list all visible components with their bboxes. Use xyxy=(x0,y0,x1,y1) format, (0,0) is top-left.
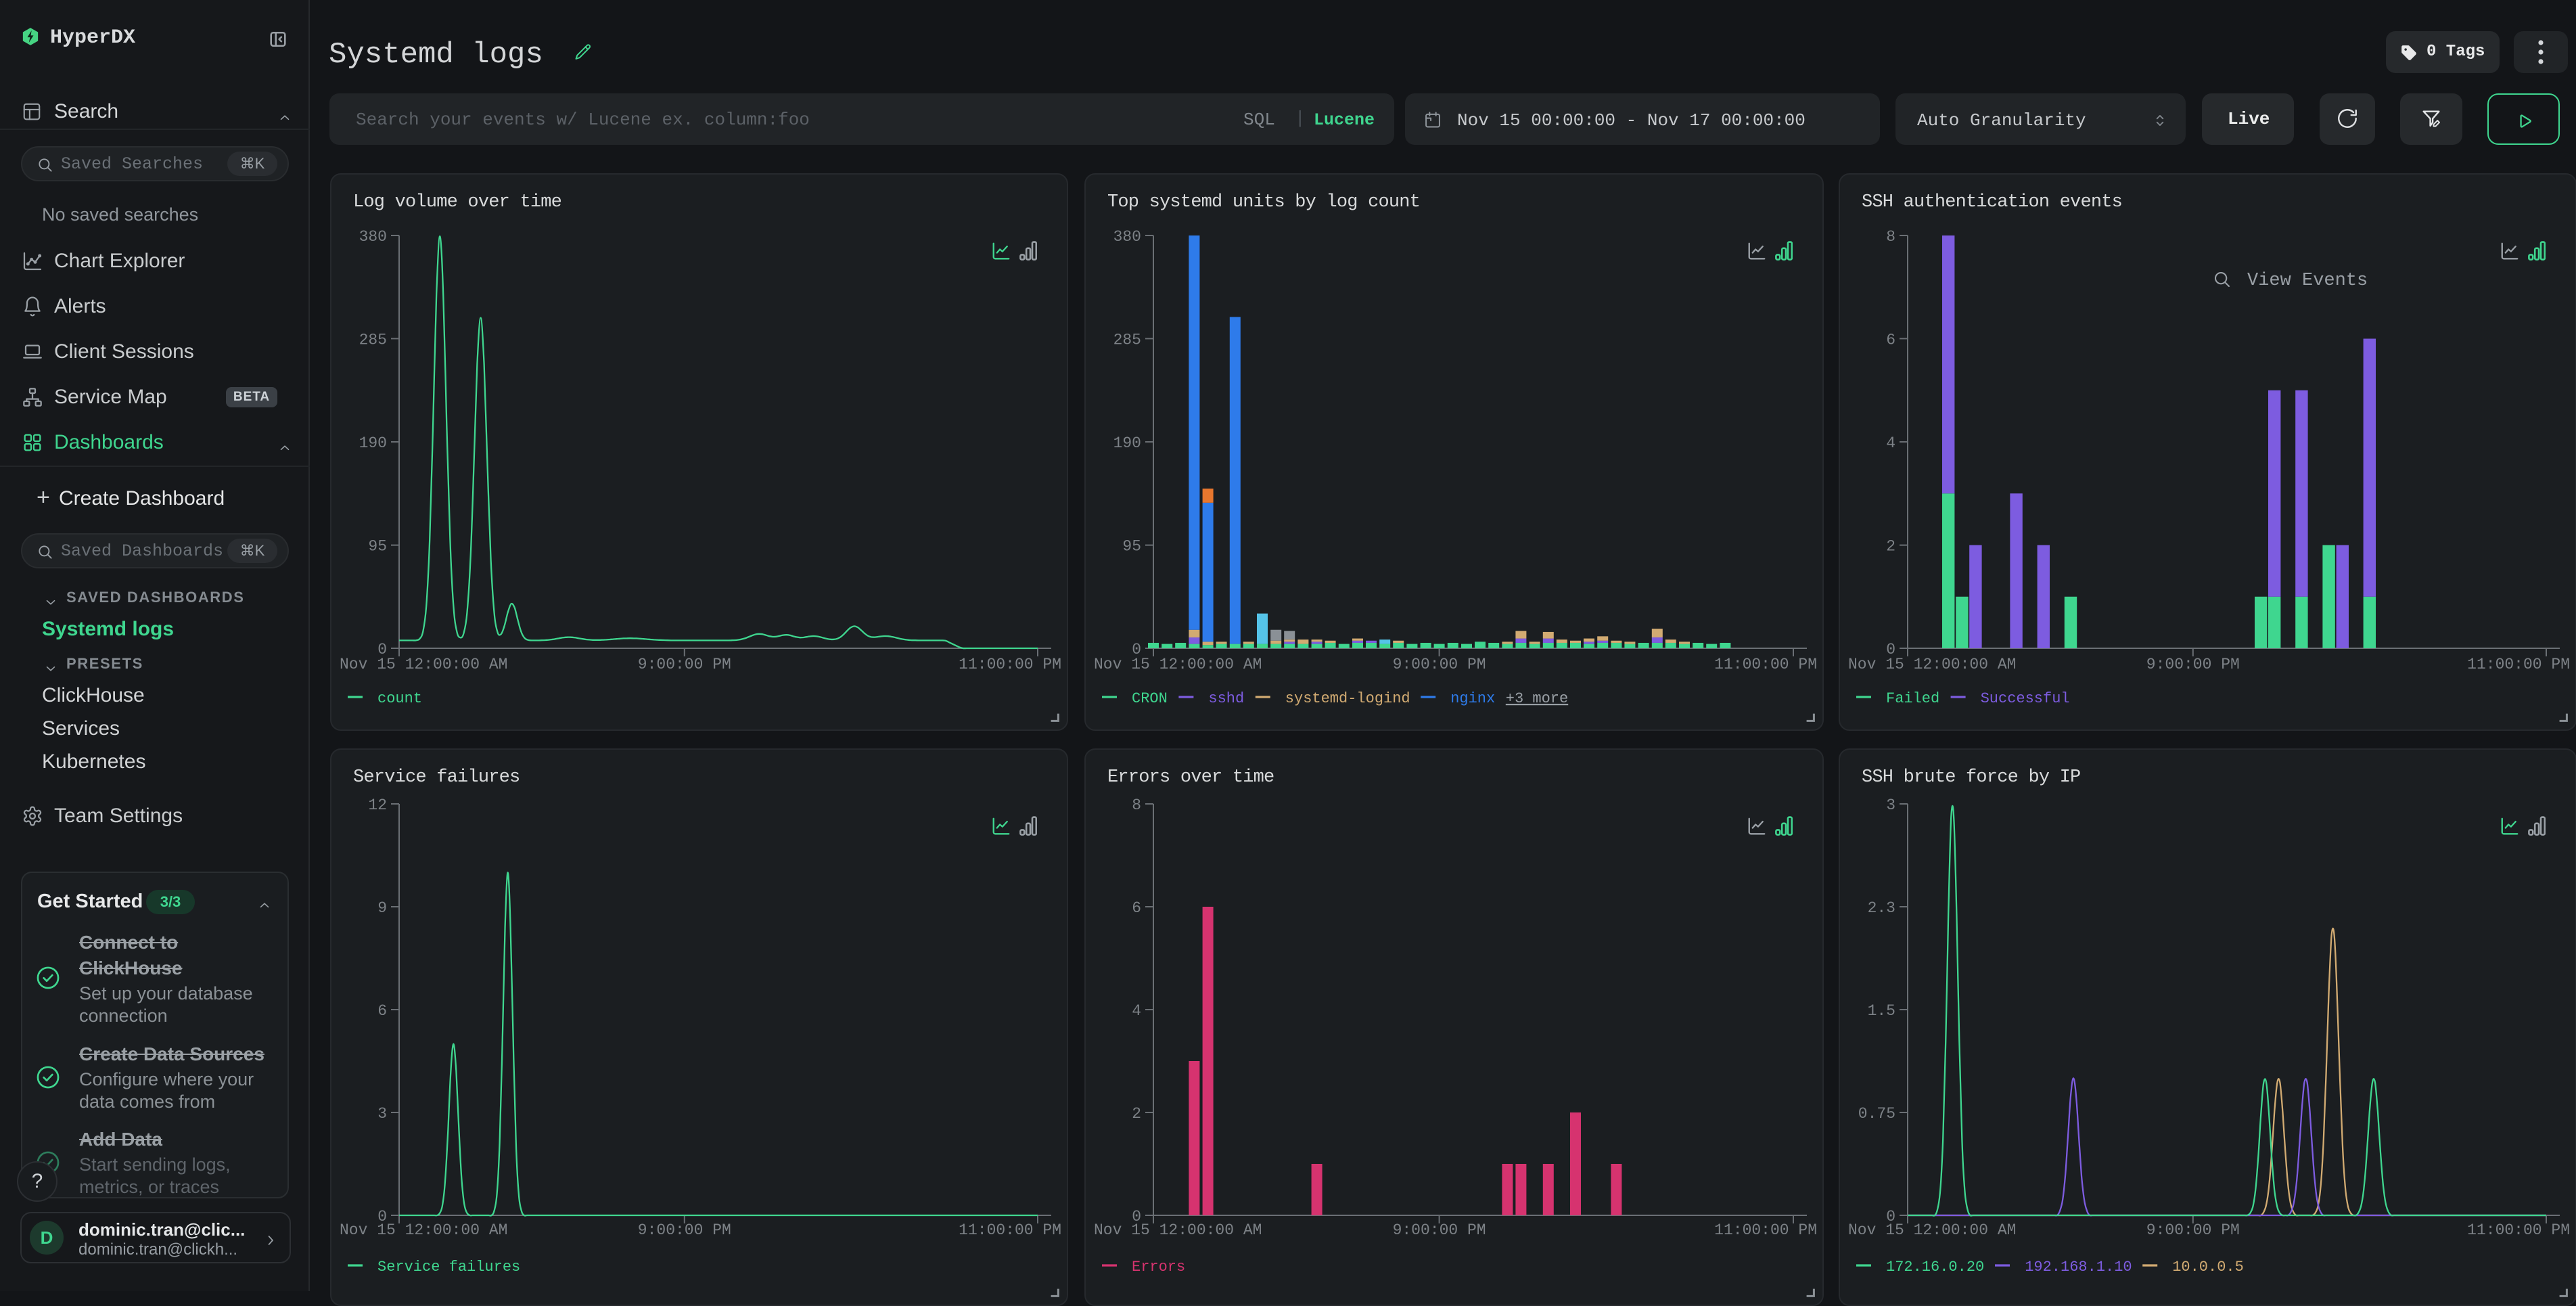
svg-text:11:00:00 PM: 11:00:00 PM xyxy=(959,1221,1061,1239)
svg-text:Nov 15 12:00:00 AM: Nov 15 12:00:00 AM xyxy=(1094,656,1262,673)
svg-text:192.168.1.10: 192.168.1.10 xyxy=(2025,1259,2132,1276)
svg-text:Successful: Successful xyxy=(1981,690,2070,707)
svg-text:11:00:00 PM: 11:00:00 PM xyxy=(1714,1221,1817,1239)
svg-text:9: 9 xyxy=(377,899,387,917)
svg-text:11:00:00 PM: 11:00:00 PM xyxy=(959,656,1061,673)
svg-text:1.5: 1.5 xyxy=(1868,1002,1895,1020)
svg-text:11:00:00 PM: 11:00:00 PM xyxy=(1714,656,1817,673)
svg-text:11:00:00 PM: 11:00:00 PM xyxy=(2467,656,2570,673)
svg-text:Service failures: Service failures xyxy=(377,1259,520,1276)
svg-text:nginx: nginx xyxy=(1450,690,1495,707)
svg-text:380: 380 xyxy=(1113,228,1141,246)
svg-text:190: 190 xyxy=(1113,434,1141,452)
svg-text:285: 285 xyxy=(359,331,387,348)
svg-text:9:00:00 PM: 9:00:00 PM xyxy=(638,1221,731,1239)
svg-text:3: 3 xyxy=(1886,796,1895,814)
svg-text:count: count xyxy=(377,690,422,707)
svg-text:systemd-logind: systemd-logind xyxy=(1285,690,1410,707)
svg-text:9:00:00 PM: 9:00:00 PM xyxy=(1393,1221,1486,1239)
svg-text:6: 6 xyxy=(1132,899,1141,917)
svg-text:Errors: Errors xyxy=(1132,1259,1185,1276)
svg-text:12: 12 xyxy=(368,796,387,814)
svg-text:Nov 15 12:00:00 AM: Nov 15 12:00:00 AM xyxy=(1848,1221,2016,1239)
svg-text:9:00:00 PM: 9:00:00 PM xyxy=(1393,656,1486,673)
svg-text:2: 2 xyxy=(1132,1105,1141,1123)
svg-text:9:00:00 PM: 9:00:00 PM xyxy=(2146,656,2240,673)
svg-text:95: 95 xyxy=(1122,538,1141,556)
svg-text:sshd: sshd xyxy=(1208,690,1244,707)
svg-text:285: 285 xyxy=(1113,331,1141,348)
svg-text:10.0.0.5: 10.0.0.5 xyxy=(2172,1259,2244,1276)
svg-text:190: 190 xyxy=(359,434,387,452)
svg-text:11:00:00 PM: 11:00:00 PM xyxy=(2467,1221,2570,1239)
svg-text:0.75: 0.75 xyxy=(1858,1105,1895,1123)
svg-text:Nov 15 12:00:00 AM: Nov 15 12:00:00 AM xyxy=(340,1221,507,1239)
svg-text:Failed: Failed xyxy=(1886,690,1939,707)
svg-text:CRON: CRON xyxy=(1132,690,1168,707)
svg-text:4: 4 xyxy=(1132,1002,1141,1020)
svg-text:Nov 15 12:00:00 AM: Nov 15 12:00:00 AM xyxy=(340,656,507,673)
svg-text:9:00:00 PM: 9:00:00 PM xyxy=(638,656,731,673)
svg-text:172.16.0.20: 172.16.0.20 xyxy=(1886,1259,1984,1276)
svg-text:3: 3 xyxy=(377,1105,387,1123)
svg-text:2.3: 2.3 xyxy=(1868,899,1895,917)
svg-text:6: 6 xyxy=(377,1002,387,1020)
svg-text:4: 4 xyxy=(1886,434,1895,452)
svg-text:8: 8 xyxy=(1132,796,1141,814)
svg-text:6: 6 xyxy=(1886,331,1895,348)
svg-text:95: 95 xyxy=(368,538,387,556)
svg-text:+3 more: +3 more xyxy=(1506,690,1568,707)
svg-text:9:00:00 PM: 9:00:00 PM xyxy=(2146,1221,2240,1239)
svg-text:Nov 15 12:00:00 AM: Nov 15 12:00:00 AM xyxy=(1848,656,2016,673)
svg-text:8: 8 xyxy=(1886,228,1895,246)
svg-text:2: 2 xyxy=(1886,538,1895,556)
svg-text:380: 380 xyxy=(359,228,387,246)
svg-text:Nov 15 12:00:00 AM: Nov 15 12:00:00 AM xyxy=(1094,1221,1262,1239)
